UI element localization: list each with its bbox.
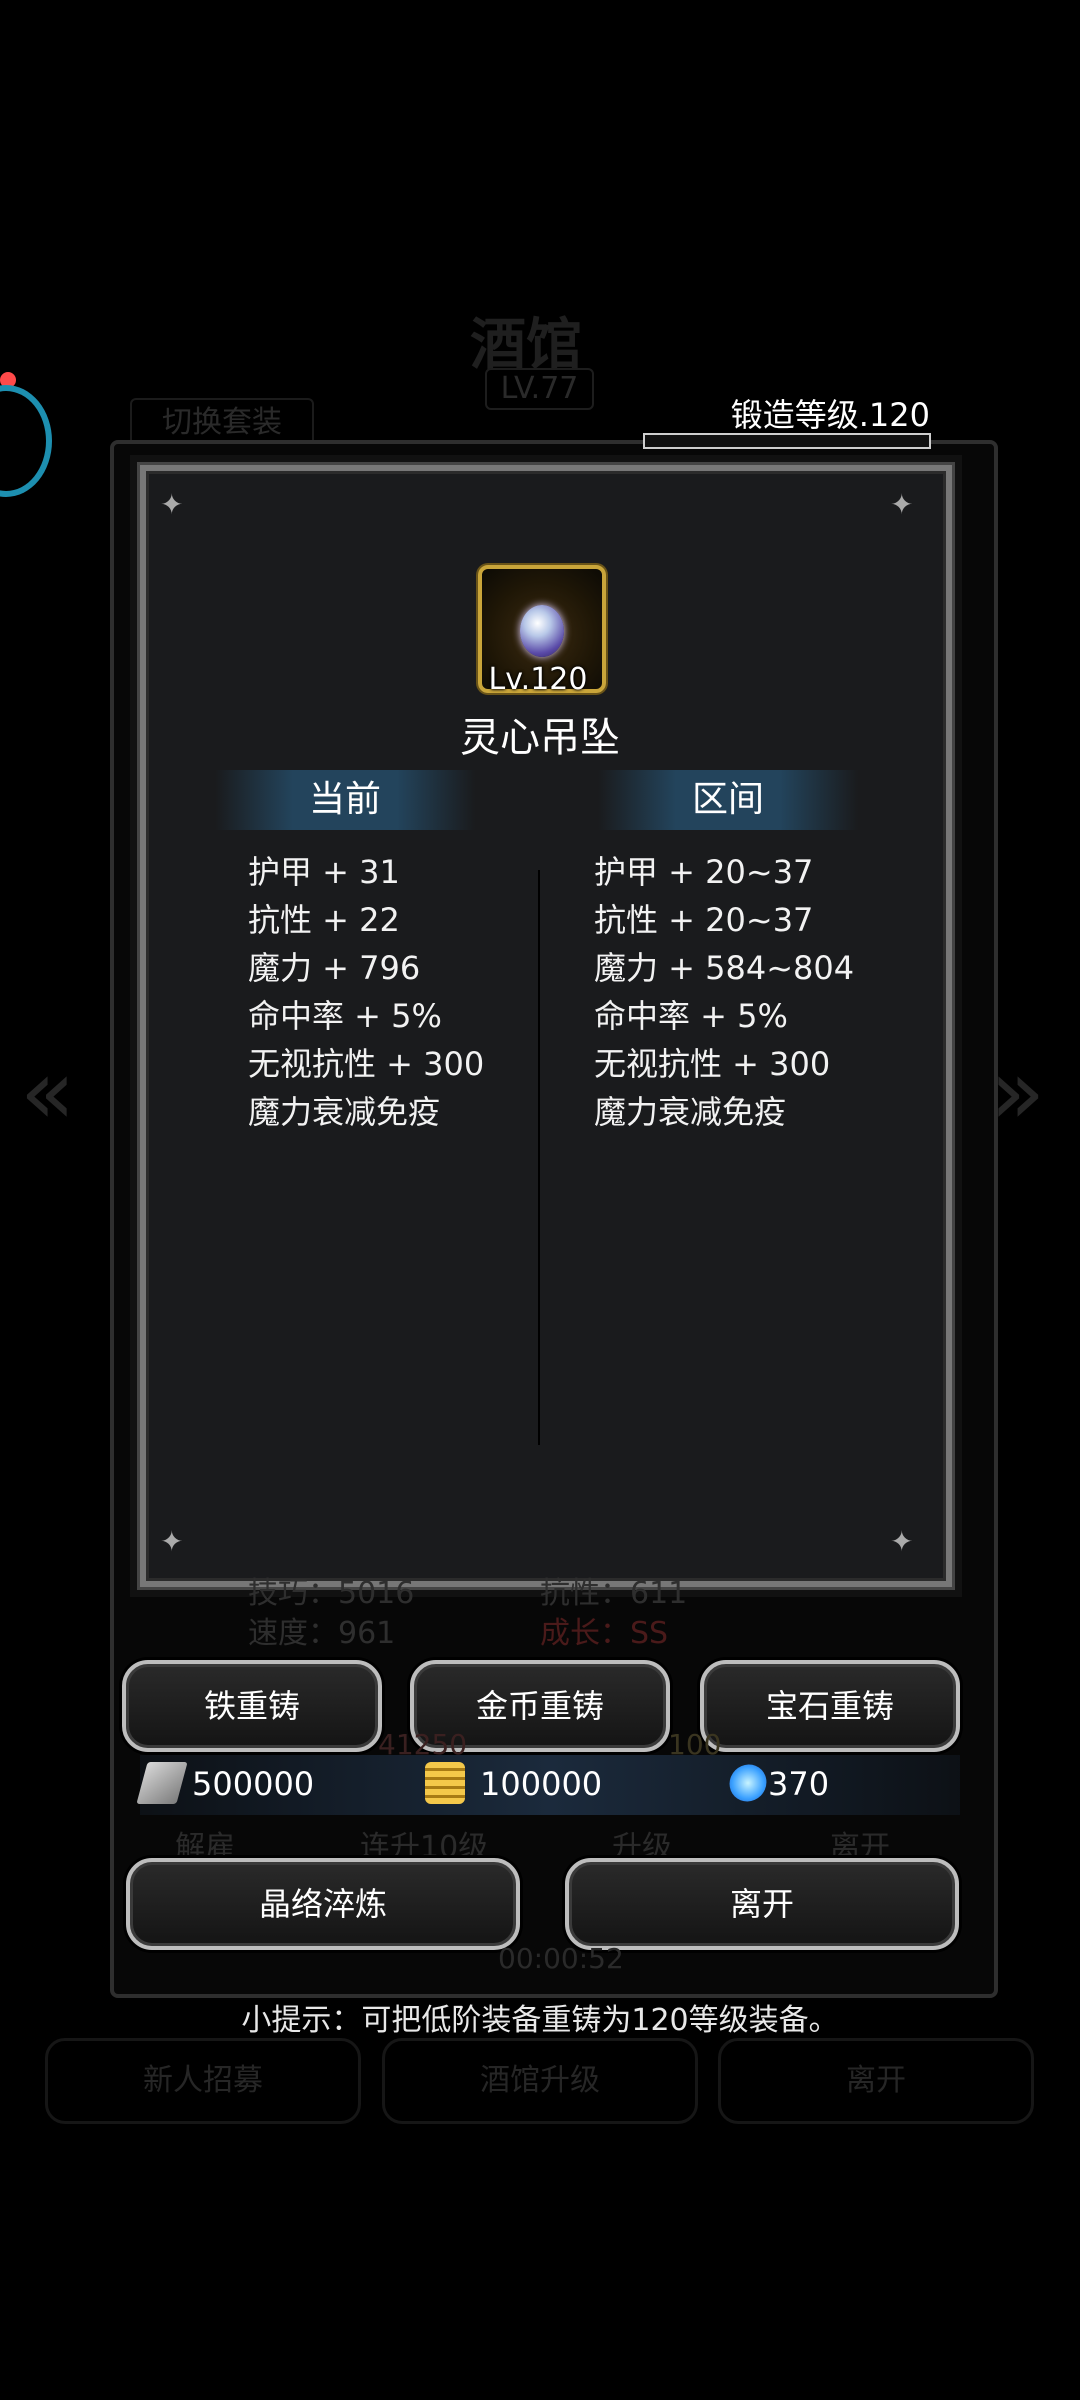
item-level: Lv.120	[488, 662, 588, 697]
current-stat: 魔力衰减免疫	[248, 1093, 441, 1131]
forge-progress-bar	[643, 433, 931, 449]
bg-stat-growth: 成长：SS	[540, 1616, 669, 1651]
gold-coins-icon	[425, 1762, 465, 1804]
corner-ornament-icon: ✦	[890, 488, 914, 521]
gem-reforge-button[interactable]: 宝石重铸	[700, 1660, 960, 1752]
item-name: 灵心吊坠	[460, 715, 620, 761]
bg-tavern-upgrade-button: 酒馆升级	[382, 2038, 698, 2124]
crystal-refine-button[interactable]: 晶络淬炼	[126, 1858, 520, 1950]
iron-amount: 500000	[192, 1765, 315, 1803]
bg-stat-speed: 速度：961	[248, 1616, 396, 1651]
range-stat: 魔力衰减免疫	[594, 1093, 787, 1131]
forge-level-label: 锻造等级.120	[730, 396, 930, 434]
side-ring-icon	[0, 385, 52, 497]
current-stat: 无视抗性 + 300	[248, 1045, 485, 1083]
range-stat: 护甲 + 20~37	[594, 853, 814, 891]
hint-text: 小提示：可把低阶装备重铸为120等级装备。	[241, 2003, 839, 2038]
current-stats-list: 护甲 + 31 抗性 + 22 魔力 + 796 命中率 + 5% 无视抗性 +…	[248, 848, 484, 1136]
range-stat: 抗性 + 20~37	[594, 901, 814, 939]
leave-button[interactable]: 离开	[565, 1858, 959, 1950]
bg-tavern-level: LV.77	[485, 368, 594, 410]
range-stats-list: 护甲 + 20~37 抗性 + 20~37 魔力 + 584~804 命中率 +…	[594, 848, 854, 1136]
range-stat: 无视抗性 + 300	[594, 1045, 831, 1083]
range-column-header: 区间	[598, 770, 858, 830]
current-stat: 抗性 + 22	[248, 901, 400, 939]
current-stat: 命中率 + 5%	[248, 997, 442, 1035]
bg-recruit-button: 新人招募	[45, 2038, 361, 2124]
bg-stat-skill: 技巧：5016	[248, 1576, 415, 1611]
corner-ornament-icon: ✦	[160, 488, 184, 521]
pendant-gem-icon	[520, 605, 564, 657]
current-column-header: 当前	[215, 770, 475, 830]
corner-ornament-icon: ✦	[890, 1525, 914, 1558]
range-stat: 魔力 + 584~804	[594, 949, 855, 987]
range-stat: 命中率 + 5%	[594, 997, 788, 1035]
bg-leave-button: 离开	[718, 2038, 1034, 2124]
iron-reforge-button[interactable]: 铁重铸	[122, 1660, 382, 1752]
current-stat: 护甲 + 31	[248, 853, 400, 891]
gem-amount: 370	[768, 1765, 830, 1803]
bg-timer: 00:00:52	[498, 1942, 624, 1975]
prev-arrow-icon: «	[20, 1040, 76, 1145]
next-arrow-icon: »	[990, 1040, 1046, 1145]
bg-stat-resist: 抗性：611	[540, 1576, 688, 1611]
gold-amount: 100000	[480, 1765, 603, 1803]
column-divider	[538, 870, 540, 1445]
current-stat: 魔力 + 796	[248, 949, 421, 987]
corner-ornament-icon: ✦	[160, 1525, 184, 1558]
